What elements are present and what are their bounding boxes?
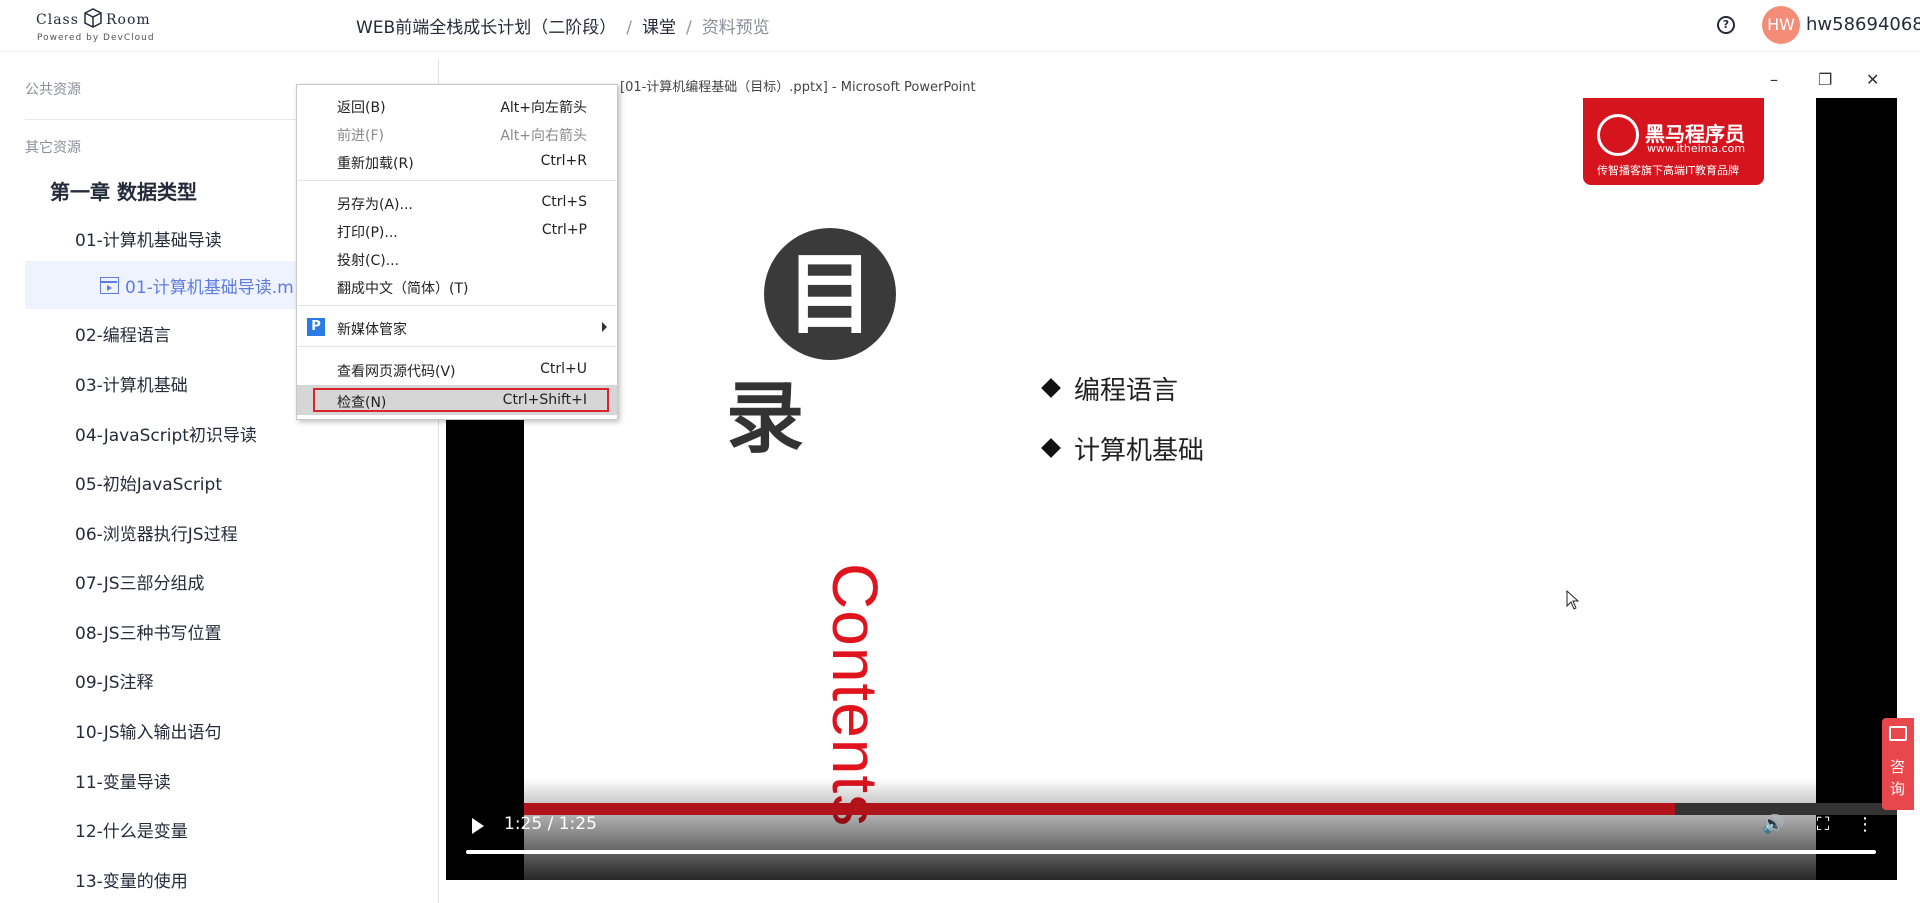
breadcrumb-course[interactable]: WEB前端全栈成长计划（二阶段） [356, 18, 616, 38]
more-options-icon[interactable]: ⋮ [1854, 814, 1876, 836]
menu-item-label: 返回(B) [337, 100, 386, 116]
slide-bullet-text: 编程语言 [1074, 376, 1179, 406]
menu-item-label: 检查(N) [337, 395, 387, 411]
breadcrumb: WEB前端全栈成长计划（二阶段） / 课堂 / 资料预览 [356, 13, 770, 38]
submenu-arrow-icon [602, 322, 607, 332]
video-file-icon [100, 277, 119, 294]
menu-item-view-source[interactable]: 查看网页源代码(V) Ctrl+U [297, 355, 617, 383]
diamond-bullet-icon [1041, 438, 1061, 458]
avatar[interactable]: HW [1762, 6, 1800, 44]
mouse-cursor-icon [1566, 590, 1580, 610]
horse-logo-icon [1597, 114, 1639, 156]
slide-bullet-text: 计算机基础 [1074, 436, 1205, 466]
preview-viewer: [01-计算机编程基础（目标）.pptx] - Microsoft PowerP… [440, 60, 1920, 903]
other-resources-label[interactable]: 其它资源 [25, 137, 81, 157]
menu-item-label: 翻成中文（简体）(T) [337, 281, 469, 297]
menu-item-shortcut: Ctrl+U [540, 361, 587, 377]
context-menu: 返回(B) Alt+向左箭头 前进(F) Alt+向右箭头 重新加载(R) Ct… [296, 84, 618, 420]
chapter-title[interactable]: 第一章 数据类型 [50, 176, 197, 205]
menu-item-shortcut: Alt+向右箭头 [500, 128, 587, 144]
menu-item-save-as[interactable]: 另存为(A)... Ctrl+S [297, 188, 617, 216]
help-circle-icon[interactable]: ? [1717, 16, 1735, 34]
minimize-icon[interactable]: – [1770, 70, 1778, 89]
play-icon[interactable] [472, 818, 484, 834]
fullscreen-icon[interactable]: ⛶ [1812, 814, 1834, 836]
menu-item-label: 新媒体管家 [337, 322, 407, 338]
slide-bullet: 计算机基础 [1041, 430, 1205, 467]
cube-icon [84, 8, 102, 28]
lesson-item[interactable]: 01-计算机基础导读 [75, 226, 222, 251]
menu-item-shortcut: Ctrl+P [541, 222, 587, 238]
divider [25, 119, 300, 120]
menu-item-label: 前进(F) [337, 128, 384, 144]
menu-item-label: 投射(C)... [337, 253, 400, 269]
slide-bullet: 编程语言 [1041, 370, 1179, 407]
breadcrumb-separator: / [626, 18, 632, 38]
active-file-label: 01-计算机基础导读.m [125, 278, 294, 298]
username[interactable]: hw58694068 [1806, 14, 1920, 35]
player-controls: 1:25 / 1:25 🔊 ⛶ ⋮ [446, 804, 1897, 864]
lesson-item[interactable]: 03-计算机基础 [75, 371, 188, 396]
menu-item-label: 打印(P)... [337, 225, 398, 241]
menu-item-label: 重新加载(R) [337, 156, 414, 172]
close-icon[interactable]: ✕ [1866, 70, 1879, 89]
lesson-item[interactable]: 04-JavaScript初识导读 [75, 421, 257, 446]
lesson-item[interactable]: 13-变量的使用 [75, 867, 188, 892]
volume-icon[interactable]: 🔊 [1762, 814, 1784, 836]
menu-item-new-media-manager[interactable]: P 新媒体管家 [297, 313, 617, 341]
lesson-item[interactable]: 07-JS三部分组成 [75, 569, 205, 594]
toc-lu-character: 录 [726, 373, 805, 464]
menu-item-shortcut: Alt+向左箭头 [500, 100, 587, 116]
brand-banner: 黑马程序员 www.itheima.com 传智播客旗下高端IT教育品牌 [1583, 98, 1764, 185]
toc-mu-character: 目 [764, 228, 896, 360]
lesson-item[interactable]: 09-JS注释 [75, 668, 154, 693]
lesson-item[interactable]: 11-变量导读 [75, 768, 171, 793]
consult-label: 咨询 [1890, 758, 1906, 798]
menu-item-label: 另存为(A)... [337, 197, 413, 213]
lesson-item[interactable]: 02-编程语言 [75, 321, 171, 346]
breadcrumb-separator: / [685, 18, 692, 38]
chat-icon [1889, 726, 1907, 741]
active-file-item[interactable]: 01-计算机基础导读.m [25, 261, 325, 309]
video-player[interactable]: 黑马程序员 www.itheima.com 传智播客旗下高端IT教育品牌 目 录… [446, 98, 1897, 880]
window-title: [01-计算机编程基础（目标）.pptx] - Microsoft PowerP… [620, 80, 976, 95]
menu-item-translate[interactable]: 翻成中文（简体）(T) [297, 272, 617, 300]
lesson-item[interactable]: 05-初始JavaScript [75, 470, 222, 495]
brand-url: www.itheima.com [1647, 142, 1746, 155]
menu-separator [298, 180, 616, 181]
progress-bar[interactable] [466, 850, 1876, 854]
menu-item-cast[interactable]: 投射(C)... [297, 244, 617, 272]
lesson-item[interactable]: 10-JS输入输出语句 [75, 718, 222, 743]
menu-item-shortcut: Ctrl+S [541, 194, 587, 210]
breadcrumb-classroom[interactable]: 课堂 [642, 18, 676, 38]
time-display: 1:25 / 1:25 [504, 814, 597, 834]
lesson-item[interactable]: 08-JS三种书写位置 [75, 619, 222, 644]
menu-item-shortcut: Ctrl+R [540, 153, 587, 169]
menu-item-reload[interactable]: 重新加载(R) Ctrl+R [297, 147, 617, 175]
menu-separator [298, 305, 616, 306]
top-header: Class Room Powered by DevCloud WEB前端全栈成长… [0, 0, 1920, 52]
public-resources-label[interactable]: 公共资源 [25, 79, 81, 99]
consult-button[interactable]: 咨询 [1882, 718, 1914, 810]
menu-item-forward[interactable]: 前进(F) Alt+向右箭头 [297, 119, 617, 147]
menu-item-label: 查看网页源代码(V) [337, 364, 456, 380]
logo-subtitle: Powered by DevCloud [37, 33, 155, 43]
logo-word-class: Class [36, 12, 79, 28]
menu-item-back[interactable]: 返回(B) Alt+向左箭头 [297, 91, 617, 119]
logo-word-room: Room [106, 12, 151, 28]
menu-item-shortcut: Ctrl+Shift+I [502, 392, 587, 408]
lesson-item[interactable]: 12-什么是变量 [75, 817, 188, 842]
menu-item-inspect[interactable]: 检查(N) Ctrl+Shift+I [297, 385, 617, 415]
brand-tagline: 传智播客旗下高端IT教育品牌 [1597, 164, 1739, 177]
breadcrumb-current: 资料预览 [701, 18, 770, 38]
new-media-manager-icon: P [307, 318, 325, 336]
menu-item-print[interactable]: 打印(P)... Ctrl+P [297, 216, 617, 244]
classroom-logo[interactable]: Class Room Powered by DevCloud [36, 6, 156, 46]
menu-separator [298, 346, 616, 347]
slide-frame: 黑马程序员 www.itheima.com 传智播客旗下高端IT教育品牌 目 录… [524, 98, 1816, 880]
restore-icon[interactable]: ❐ [1818, 70, 1832, 89]
lesson-item[interactable]: 06-浏览器执行JS过程 [75, 520, 238, 545]
diamond-bullet-icon [1041, 378, 1061, 398]
